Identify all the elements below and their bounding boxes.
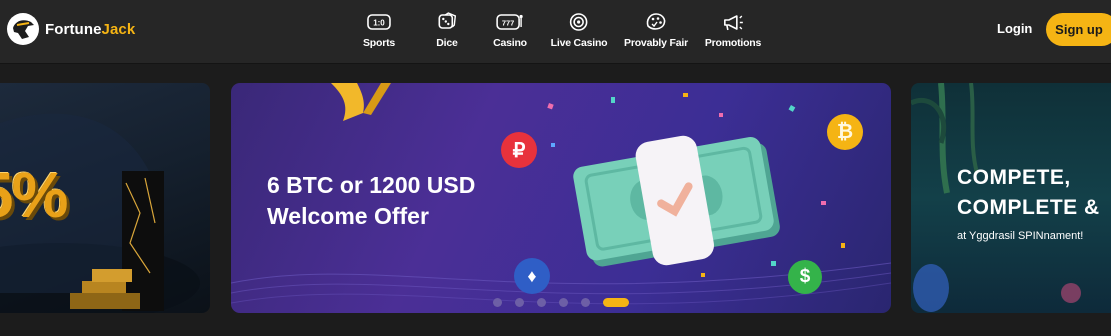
logo-text-fortune: Fortune: [45, 20, 102, 38]
left-banner-percent-text: 5%: [0, 159, 68, 231]
carousel-dot-1[interactable]: [493, 298, 502, 307]
slot-machine-icon: 777: [496, 11, 524, 33]
nav-label-live-casino: Live Casino: [550, 37, 608, 49]
welcome-offer-line2: Welcome Offer: [267, 203, 429, 229]
ruble-coin-icon: ₽: [501, 132, 537, 168]
carousel-pagination: [493, 298, 642, 307]
nav-item-promotions[interactable]: Promotions: [705, 11, 761, 49]
nav-label-dice: Dice: [436, 37, 458, 49]
welcome-offer-title: 6 BTC or 1200 USD Welcome Offer: [267, 170, 475, 232]
nav-item-provably-fair[interactable]: Provably Fair: [624, 11, 688, 49]
dollar-coin-icon: $: [788, 260, 822, 294]
provably-fair-icon: [645, 11, 667, 33]
promo-banner-right[interactable]: COMPETE, COMPLETE & at Yggdrasil SPINnam…: [911, 83, 1111, 313]
sports-scoreboard-icon: 1:0: [367, 11, 391, 33]
carousel-dot-5[interactable]: [581, 298, 590, 307]
bitcoin-coin-icon: ₿: [827, 114, 863, 150]
nav-label-promotions: Promotions: [704, 37, 762, 49]
compete-banner-title: COMPETE, COMPLETE &: [957, 163, 1100, 223]
casino-icon-777: 777: [502, 19, 515, 28]
signup-button[interactable]: Sign up: [1046, 13, 1111, 46]
nav-label-sports: Sports: [362, 37, 396, 49]
sports-icon-score: 1:0: [373, 19, 385, 28]
compete-banner-subtitle: at Yggdrasil SPINnament!: [957, 230, 1084, 242]
nav-item-sports[interactable]: 1:0 Sports: [363, 11, 395, 49]
carousel-dot-4[interactable]: [559, 298, 568, 307]
welcome-offer-line1: 6 BTC or 1200 USD: [267, 172, 476, 198]
carousel-dot-6-active[interactable]: [603, 298, 629, 307]
nav-label-casino: Casino: [493, 37, 527, 49]
megaphone-icon: [722, 11, 744, 33]
pirate-logo-icon: [7, 13, 39, 45]
carousel-dot-2[interactable]: [515, 298, 524, 307]
nav-label-provably-fair: Provably Fair: [624, 37, 688, 49]
dice-icon: [437, 11, 457, 33]
compete-title-line1: COMPETE,: [957, 166, 1071, 189]
promo-banner-welcome-offer[interactable]: ₽ ₿ ♦ $ 6 BTC or 1200 USD Welcome Offer: [231, 83, 891, 313]
logo-text-jack: Jack: [101, 20, 136, 38]
compete-title-line2: COMPLETE &: [957, 196, 1100, 219]
nav-item-dice[interactable]: Dice: [436, 11, 458, 49]
logo-text: FortuneJack: [45, 21, 135, 38]
ethereum-coin-icon: ♦: [514, 258, 550, 294]
carousel-dot-3[interactable]: [537, 298, 546, 307]
live-target-icon: [569, 11, 589, 33]
login-button[interactable]: Login: [997, 21, 1032, 36]
top-header: FortuneJack 1:0 Sports Dice 777 Casino L…: [0, 0, 1111, 64]
nav-item-live-casino[interactable]: Live Casino: [551, 11, 608, 49]
nav-item-casino[interactable]: 777 Casino: [493, 11, 527, 49]
fortunejack-logo[interactable]: FortuneJack: [7, 13, 135, 45]
promo-banner-left[interactable]: 5%: [0, 83, 210, 313]
